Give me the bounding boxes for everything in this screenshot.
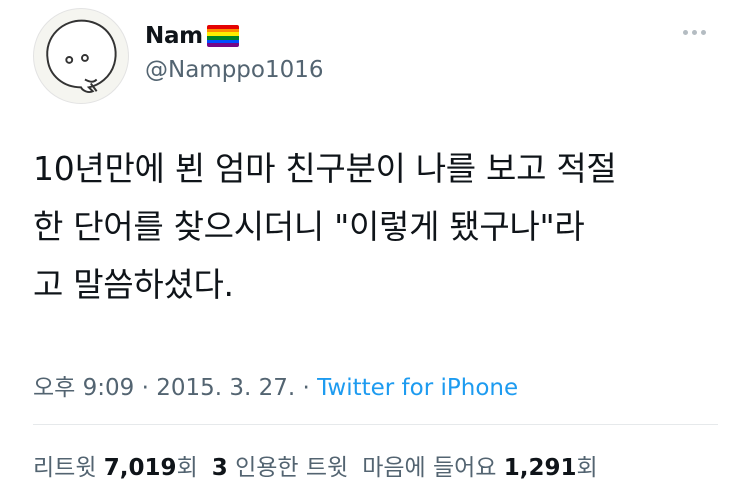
divider <box>33 424 718 425</box>
rainbow-flag-icon <box>206 25 239 47</box>
dot <box>683 30 688 35</box>
quotes-label: 인용한 트윗 <box>235 455 349 481</box>
tweet-time[interactable]: 오후 9:09 <box>33 375 134 401</box>
more-horizontal-icon[interactable] <box>683 30 706 35</box>
retweets-count: 7,019 <box>103 455 177 481</box>
likes-stat[interactable]: 마음에 들어요 1,291회 <box>362 455 598 481</box>
tweet-source-link[interactable]: Twitter for iPhone <box>317 375 518 401</box>
quotes-count: 3 <box>211 455 228 481</box>
likes-count: 1,291 <box>503 455 577 481</box>
avatar-doodle-icon <box>46 19 117 93</box>
user-handle[interactable]: @Namppo1016 <box>145 57 324 83</box>
flag-stripe <box>206 43 239 47</box>
tweet-line: 고 말씀하셨다. <box>33 265 234 304</box>
tweet-stats: 리트윗 7,019회 3 인용한 트윗 마음에 들어요 1,291회 <box>33 448 598 482</box>
avatar[interactable] <box>33 8 129 104</box>
tweet-text: 10년만에 뵌 엄마 친구분이 나를 보고 적절 한 단어를 찾으시더니 "이렇… <box>33 140 723 314</box>
tweet-date[interactable]: 2015. 3. 27. <box>156 375 295 401</box>
retweets-unit: 회 <box>176 455 198 481</box>
tweet-line: 10년만에 뵌 엄마 친구분이 나를 보고 적절 <box>33 149 617 188</box>
meta-separator: · <box>134 375 157 401</box>
tweet-meta: 오후 9:09 · 2015. 3. 27. · Twitter for iPh… <box>33 368 518 402</box>
tweet-line: 한 단어를 찾으시더니 "이렇게 됐구나"라 <box>33 207 585 246</box>
likes-label: 마음에 들어요 <box>362 455 497 481</box>
user-name-row[interactable]: Nam <box>145 20 239 52</box>
retweets-label: 리트윗 <box>33 455 97 481</box>
dot <box>692 30 697 35</box>
retweets-stat[interactable]: 리트윗 7,019회 <box>33 455 198 481</box>
dot <box>701 30 706 35</box>
likes-unit: 회 <box>576 455 598 481</box>
meta-separator: · <box>295 375 318 401</box>
user-display-name[interactable]: Nam <box>145 23 203 49</box>
quotes-stat[interactable]: 3 인용한 트윗 <box>212 455 348 481</box>
